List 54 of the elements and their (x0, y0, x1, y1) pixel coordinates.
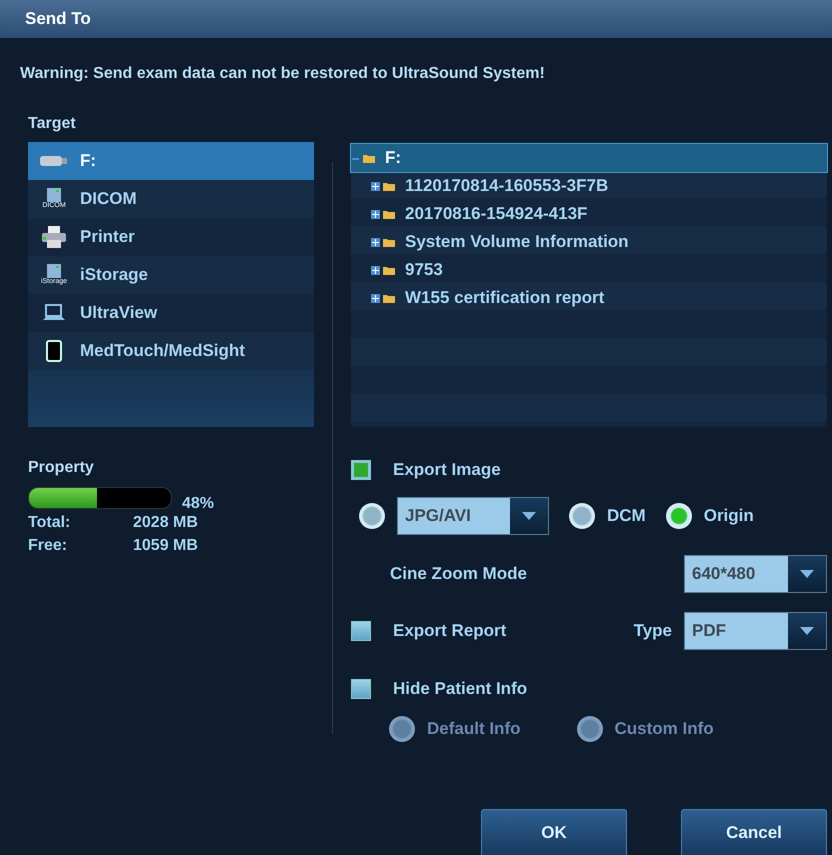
section-label: Property (28, 459, 95, 477)
property-label: Free: (28, 537, 68, 555)
option-label: DCM (607, 506, 646, 526)
tree-item[interactable]: 20170816-154924-413F (351, 200, 827, 228)
option-label: Cine Zoom Mode (390, 564, 527, 584)
format-dropdown[interactable]: JPG/AVI (397, 497, 549, 535)
expand-icon[interactable] (371, 238, 380, 246)
tree-item[interactable]: 9753 (351, 256, 827, 284)
tree-item[interactable]: 1120170814-160553-3F7B (351, 172, 827, 200)
folder-icon (383, 182, 395, 190)
checkbox[interactable] (351, 679, 371, 699)
option-label: Default Info (427, 719, 520, 739)
checkbox[interactable] (351, 621, 371, 641)
radio-button[interactable] (359, 503, 385, 529)
folder-icon (383, 294, 395, 302)
folder-icon (383, 266, 395, 274)
option-label: Type (634, 621, 672, 641)
radio-button[interactable] (666, 503, 692, 529)
tablet-icon (46, 340, 62, 362)
section-label: Target (27, 114, 77, 133)
zoom-mode-dropdown[interactable]: 640*480 (684, 555, 827, 593)
dropdown-caret-icon (522, 512, 536, 520)
tree-item[interactable]: System Volume Information (351, 228, 827, 256)
option-label: Custom Info (614, 719, 714, 739)
folder-icon (383, 210, 395, 218)
folder-icon (363, 154, 375, 162)
laptop-icon (42, 304, 66, 322)
option-label: Export Image (393, 460, 501, 480)
option-label: Origin (704, 506, 754, 526)
property-value: 2028 MB (133, 514, 198, 532)
dropdown-caret-icon (800, 627, 814, 635)
expand-icon[interactable] (371, 294, 380, 302)
dropdown-caret-icon (800, 570, 814, 578)
cancel-button[interactable]: Cancel (681, 809, 827, 855)
folder-icon (383, 238, 395, 246)
printer-icon (41, 226, 67, 248)
checkbox[interactable] (351, 460, 371, 480)
tree-item[interactable]: F: (351, 144, 827, 172)
usage-percent: 48% (182, 495, 214, 513)
property-value: 1059 MB (133, 537, 198, 555)
target-item[interactable]: F: (28, 142, 314, 180)
expand-icon[interactable] (371, 182, 380, 190)
report-type-dropdown[interactable]: PDF (684, 612, 827, 650)
property-label: Total: (28, 514, 72, 532)
warning-text: Warning: Send exam data can not be restored to UltraSound System! (19, 64, 546, 84)
expand-icon[interactable] (371, 210, 380, 218)
option-label: Hide Patient Info (393, 679, 528, 699)
radio-button[interactable] (569, 503, 595, 529)
ok-button[interactable]: OK (481, 809, 627, 855)
tree-item[interactable]: W155 certification report (351, 284, 827, 312)
usb-drive-icon (40, 155, 68, 167)
expand-icon[interactable] (371, 266, 380, 274)
option-label: Export Report (393, 621, 508, 641)
window-title: Send To (25, 9, 91, 29)
